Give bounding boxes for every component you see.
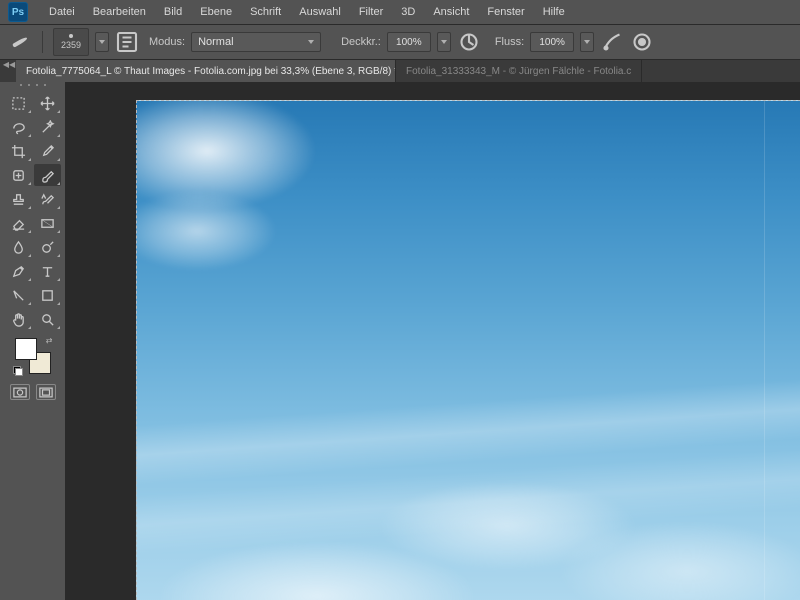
foreground-color[interactable] [15,338,37,360]
tool-move[interactable] [34,92,61,114]
canvas-area[interactable] [66,82,800,600]
menu-hilfe[interactable]: Hilfe [534,0,574,25]
tool-marquee[interactable] [5,92,32,114]
tool-shape[interactable] [34,284,61,306]
brush-preset-dropdown[interactable] [95,32,109,52]
tool-heal[interactable] [5,164,32,186]
toolbox-grip[interactable] [13,84,53,90]
swap-colors-icon[interactable]: ⇄ [46,336,53,345]
tool-dodge[interactable] [34,236,61,258]
collapse-icon[interactable]: ◀◀ [2,60,16,69]
brush-preset-picker[interactable]: 2359 [53,28,89,56]
flow-dropdown[interactable] [580,32,594,52]
document-tab[interactable]: Fotolia_31333343_M - © Jürgen Fälchle - … [396,60,642,82]
menu-3d[interactable]: 3D [392,0,424,25]
default-colors-icon[interactable] [13,366,23,376]
flow-input[interactable]: 100% [530,32,574,52]
tool-history[interactable] [34,188,61,210]
menu-datei[interactable]: Datei [40,0,84,25]
menu-auswahl[interactable]: Auswahl [290,0,350,25]
tool-gradient[interactable] [34,212,61,234]
tool-hand[interactable] [5,308,32,330]
menu-fenster[interactable]: Fenster [478,0,533,25]
tool-path[interactable] [5,284,32,306]
document-tab[interactable]: Fotolia_7775064_L © Thaut Images - Fotol… [16,60,396,82]
pressure-size-toggle[interactable] [630,30,654,54]
menu-bild[interactable]: Bild [155,0,191,25]
tool-pen[interactable] [5,260,32,282]
options-bar: 2359 Modus: Normal Deckkr.: 100% Fluss: … [0,25,800,60]
menu-filter[interactable]: Filter [350,0,392,25]
blend-mode-value: Normal [198,36,233,48]
tool-preset-picker[interactable] [8,30,32,54]
brush-panel-toggle[interactable] [115,30,139,54]
tool-brush[interactable] [34,164,61,186]
menu-bar: Ps DateiBearbeitenBildEbeneSchriftAuswah… [0,0,800,25]
toolbox: ⇄ [0,82,66,600]
opacity-dropdown[interactable] [437,32,451,52]
document-tab-bar: ◀◀ Fotolia_7775064_L © Thaut Images - Fo… [0,60,800,82]
opacity-input[interactable]: 100% [387,32,431,52]
tab-label: Fotolia_31333343_M - © Jürgen Fälchle - … [406,66,631,77]
pressure-opacity-toggle[interactable] [457,30,481,54]
workspace: ⇄ [0,82,800,600]
quickmask-toggle[interactable] [10,384,30,400]
tool-eraser[interactable] [5,212,32,234]
menu-ebene[interactable]: Ebene [191,0,241,25]
menu-schrift[interactable]: Schrift [241,0,290,25]
menu-ansicht[interactable]: Ansicht [424,0,478,25]
tool-eyedrop[interactable] [34,140,61,162]
airbrush-toggle[interactable] [600,30,624,54]
tool-crop[interactable] [5,140,32,162]
mode-label: Modus: [149,36,185,48]
tool-blur[interactable] [5,236,32,258]
opacity-label: Deckkr.: [341,36,381,48]
flow-label: Fluss: [495,36,524,48]
screenmode-toggle[interactable] [36,384,56,400]
tool-lasso[interactable] [5,116,32,138]
tool-type[interactable] [34,260,61,282]
color-swatches[interactable]: ⇄ [15,338,51,374]
tab-label: Fotolia_7775064_L © Thaut Images - Fotol… [26,66,396,77]
app-logo: Ps [8,2,28,22]
menu-bearbeiten[interactable]: Bearbeiten [84,0,155,25]
tool-wand[interactable] [34,116,61,138]
blend-mode-dropdown[interactable]: Normal [191,32,321,52]
document-canvas[interactable] [136,100,800,600]
tool-stamp[interactable] [5,188,32,210]
tool-zoom[interactable] [34,308,61,330]
